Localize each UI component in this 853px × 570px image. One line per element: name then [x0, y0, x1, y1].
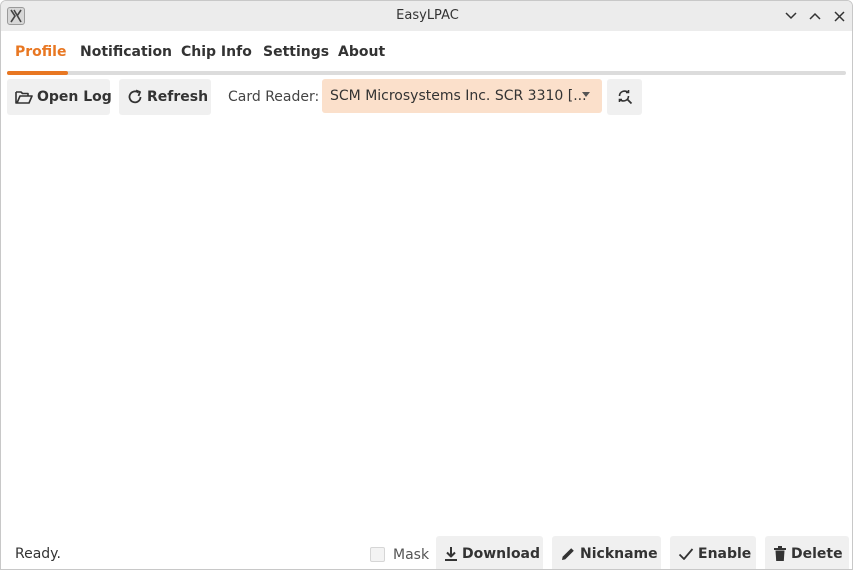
- delete-button[interactable]: Delete: [765, 536, 849, 569]
- folder-open-icon: [15, 87, 33, 107]
- refresh-button[interactable]: Refresh: [119, 79, 211, 115]
- card-reader-label: Card Reader:: [228, 89, 320, 105]
- chevron-down-icon: [785, 12, 797, 20]
- delete-label: Delete: [791, 546, 843, 562]
- card-reader-select[interactable]: SCM Microsystems Inc. SCR 3310 [...: [322, 79, 602, 113]
- download-icon: [444, 544, 458, 564]
- tab-bar: Profile Notification Chip Info Settings …: [7, 39, 846, 75]
- nickname-label: Nickname: [580, 546, 658, 562]
- minimize-button[interactable]: [782, 7, 800, 25]
- refresh-search-icon: [618, 90, 632, 105]
- download-label: Download: [462, 546, 541, 562]
- profile-list[interactable]: [7, 119, 846, 529]
- tab-track: [7, 71, 846, 75]
- tab-notification[interactable]: Notification: [80, 44, 172, 60]
- download-button[interactable]: Download: [436, 536, 543, 569]
- tab-profile[interactable]: Profile: [15, 44, 66, 60]
- trash-icon: [773, 544, 787, 564]
- open-log-button[interactable]: Open Log: [7, 79, 112, 115]
- app-window: EasyLPAC Profile Notification Chip Info …: [0, 0, 853, 570]
- tab-about[interactable]: About: [338, 44, 385, 60]
- maximize-button[interactable]: [806, 7, 824, 25]
- active-tab-indicator: [7, 71, 68, 75]
- title-bar[interactable]: EasyLPAC: [1, 1, 852, 31]
- tab-settings[interactable]: Settings: [263, 44, 329, 60]
- status-text: Ready.: [15, 546, 61, 562]
- mask-label[interactable]: Mask: [393, 547, 429, 563]
- caret-down-icon: [582, 92, 590, 97]
- close-button[interactable]: [830, 7, 848, 25]
- check-icon: [678, 544, 694, 564]
- pencil-icon: [560, 544, 576, 564]
- card-reader-value: SCM Microsystems Inc. SCR 3310 [...: [330, 88, 587, 104]
- enable-button[interactable]: Enable: [670, 536, 756, 569]
- tab-chip-info[interactable]: Chip Info: [181, 44, 252, 60]
- chevron-up-icon: [809, 12, 821, 20]
- open-log-label: Open Log: [37, 89, 112, 105]
- close-icon: [833, 10, 845, 22]
- enable-label: Enable: [698, 546, 752, 562]
- mask-checkbox[interactable]: [370, 547, 385, 562]
- nickname-button[interactable]: Nickname: [552, 536, 661, 569]
- refresh-icon: [127, 87, 143, 107]
- refresh-label: Refresh: [147, 89, 209, 105]
- reader-refresh-button[interactable]: [607, 79, 642, 115]
- window-title: EasyLPAC: [396, 8, 459, 23]
